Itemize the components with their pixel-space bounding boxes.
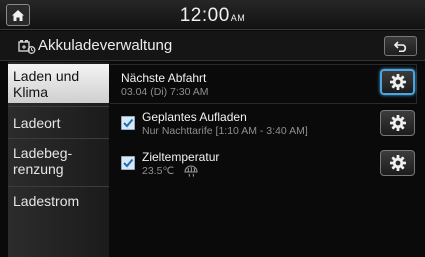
sidebar-item-ladebegrenzung[interactable]: Ladebeg- renzung: [8, 138, 109, 184]
clock-time: 12:00: [179, 5, 230, 26]
sidebar-item-ladestrom[interactable]: Ladestrom: [8, 186, 109, 216]
battery-charge-icon: [18, 40, 36, 54]
row-naechste-abfahrt[interactable]: Nächste Abfahrt 03.04 (Di) 7:30 AM: [110, 64, 417, 104]
settings-button-temperatur[interactable]: [380, 150, 415, 176]
sidebar: Laden und Klima Ladeort Ladebeg- renzung…: [8, 62, 109, 257]
checkbox-zieltemperatur[interactable]: [121, 156, 135, 170]
row-zieltemperatur[interactable]: Zieltemperatur 23.5℃: [110, 146, 417, 184]
gear-icon: [389, 74, 406, 90]
row-label: Zieltemperatur: [142, 150, 220, 164]
clock-ampm: AM: [230, 13, 246, 23]
title-bar: Akkuladeverwaltung: [0, 31, 425, 61]
settings-button-abfahrt[interactable]: [380, 69, 415, 95]
back-button[interactable]: [384, 36, 417, 56]
status-bar: 12:00AM: [0, 0, 425, 30]
gear-icon: [389, 155, 406, 171]
sidebar-item-laden-und-klima[interactable]: Laden und Klima: [8, 64, 109, 103]
sidebar-item-label: Ladebeg-: [13, 145, 73, 161]
row-sub: Nur Nachttarife [1:10 AM - 3:40 AM]: [142, 125, 308, 137]
row-label: Geplantes Aufladen: [142, 110, 247, 124]
checkbox-geplantes-aufladen[interactable]: [121, 116, 135, 130]
sidebar-item-label-2: Klima: [13, 84, 49, 100]
clock: 12:00AM: [0, 5, 425, 27]
row-sub: 23.5℃: [142, 165, 175, 177]
settings-button-aufladen[interactable]: [380, 110, 415, 136]
row-geplantes-aufladen[interactable]: Geplantes Aufladen Nur Nachttarife [1:10…: [110, 106, 417, 144]
screen: 12:00AM Akkuladeverwaltung Laden und Kli…: [0, 0, 425, 257]
sidebar-item-label: Laden und: [13, 68, 80, 84]
page-title: Akkuladeverwaltung: [38, 37, 173, 54]
defrost-icon: [184, 165, 198, 177]
row-label: Nächste Abfahrt: [121, 71, 207, 85]
row-sub: 03.04 (Di) 7:30 AM: [121, 86, 209, 98]
sidebar-item-label-2: renzung: [13, 161, 64, 177]
checkmark-icon: [123, 118, 134, 128]
sidebar-item-label: Ladestrom: [13, 193, 80, 209]
gear-icon: [389, 115, 406, 131]
checkmark-icon: [123, 158, 134, 168]
sidebar-item-ladeort[interactable]: Ladeort: [8, 106, 109, 136]
main-panel: Nächste Abfahrt 03.04 (Di) 7:30 AM Gepla…: [110, 62, 425, 257]
sidebar-item-label: Ladeort: [13, 115, 61, 131]
back-arrow-icon: [393, 41, 406, 52]
